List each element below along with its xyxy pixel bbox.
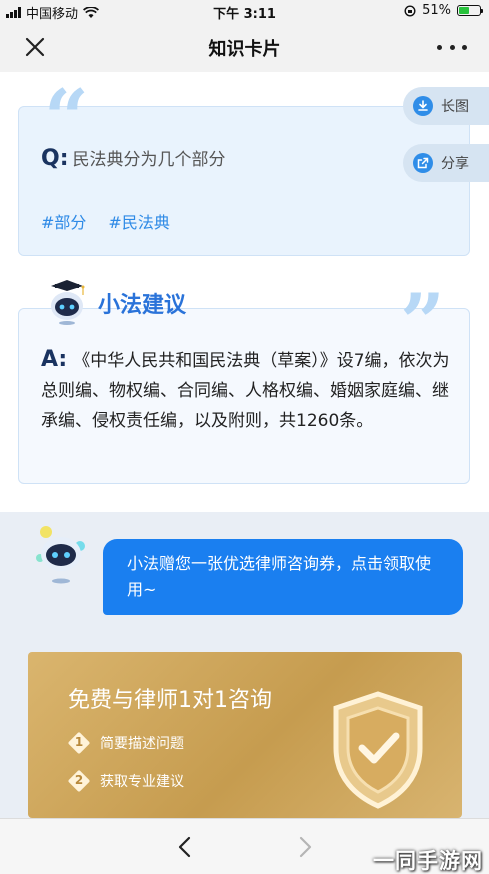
step-item: 2 获取专业建议 [68,770,184,792]
answer-paragraph: A: 《中华人民共和国民法典（草案）》设7编，依次为总则编、物权编、合同编、人格权… [41,345,453,436]
tag-list: #部分 #民法典 [41,209,170,233]
close-icon[interactable] [22,34,48,60]
content-area: Q: 民法典分为几个部分 #部分 #民法典 “ 长图 分享 A: 《中华人民共和国… [0,72,489,818]
rotation-lock-icon [404,4,416,17]
consult-card[interactable]: 免费与律师1对1咨询 1 简要描述问题 2 获取专业建议 [28,652,462,818]
bottom-toolbar: 一同手游网 [0,818,489,874]
status-bar: 中国移动 下午 3:11 51% [0,0,489,22]
watermark-text: 一同手游网 [373,849,483,873]
long-image-button[interactable]: 长图 [403,87,489,125]
share-icon [413,153,433,173]
step-number-icon: 2 [68,770,90,792]
close-quote-icon: ” [400,277,445,368]
chat-bubble[interactable]: 小法赠您一张优选律师咨询券，点击领取使用~ [103,539,463,615]
share-button[interactable]: 分享 [403,144,489,182]
page-title: 知识卡片 [208,39,281,60]
nav-bar: 知识卡片 [0,22,489,72]
step-item: 1 简要描述问题 [68,732,184,754]
shield-check-icon [333,691,423,809]
chevron-left-icon[interactable] [172,833,198,861]
chevron-right-icon[interactable] [292,833,318,861]
advice-header: 小法建议 [46,280,186,326]
answer-text: 《中华人民共和国民法典（草案）》设7编，依次为总则编、物权编、合同编、人格权编、… [41,351,450,431]
download-icon [413,96,433,116]
step-text: 简要描述问题 [100,736,184,752]
open-quote-icon: “ [44,73,89,164]
share-label: 分享 [441,156,469,172]
more-icon[interactable] [437,36,467,58]
battery-icon [457,5,483,16]
tag-item[interactable]: #部分 [41,209,86,233]
battery-percent: 51% [422,3,451,18]
consult-title: 免费与律师1对1咨询 [68,688,272,713]
step-number-icon: 1 [68,732,90,754]
advice-title: 小法建议 [98,293,187,318]
question-text: 民法典分为几个部分 [72,150,226,170]
step-text: 获取专业建议 [100,774,184,790]
tag-item[interactable]: #民法典 [108,209,169,233]
robot-avatar-icon [51,280,85,325]
long-image-label: 长图 [441,99,469,115]
answer-label: A: [41,347,68,372]
robot-chat-icon [36,526,85,584]
